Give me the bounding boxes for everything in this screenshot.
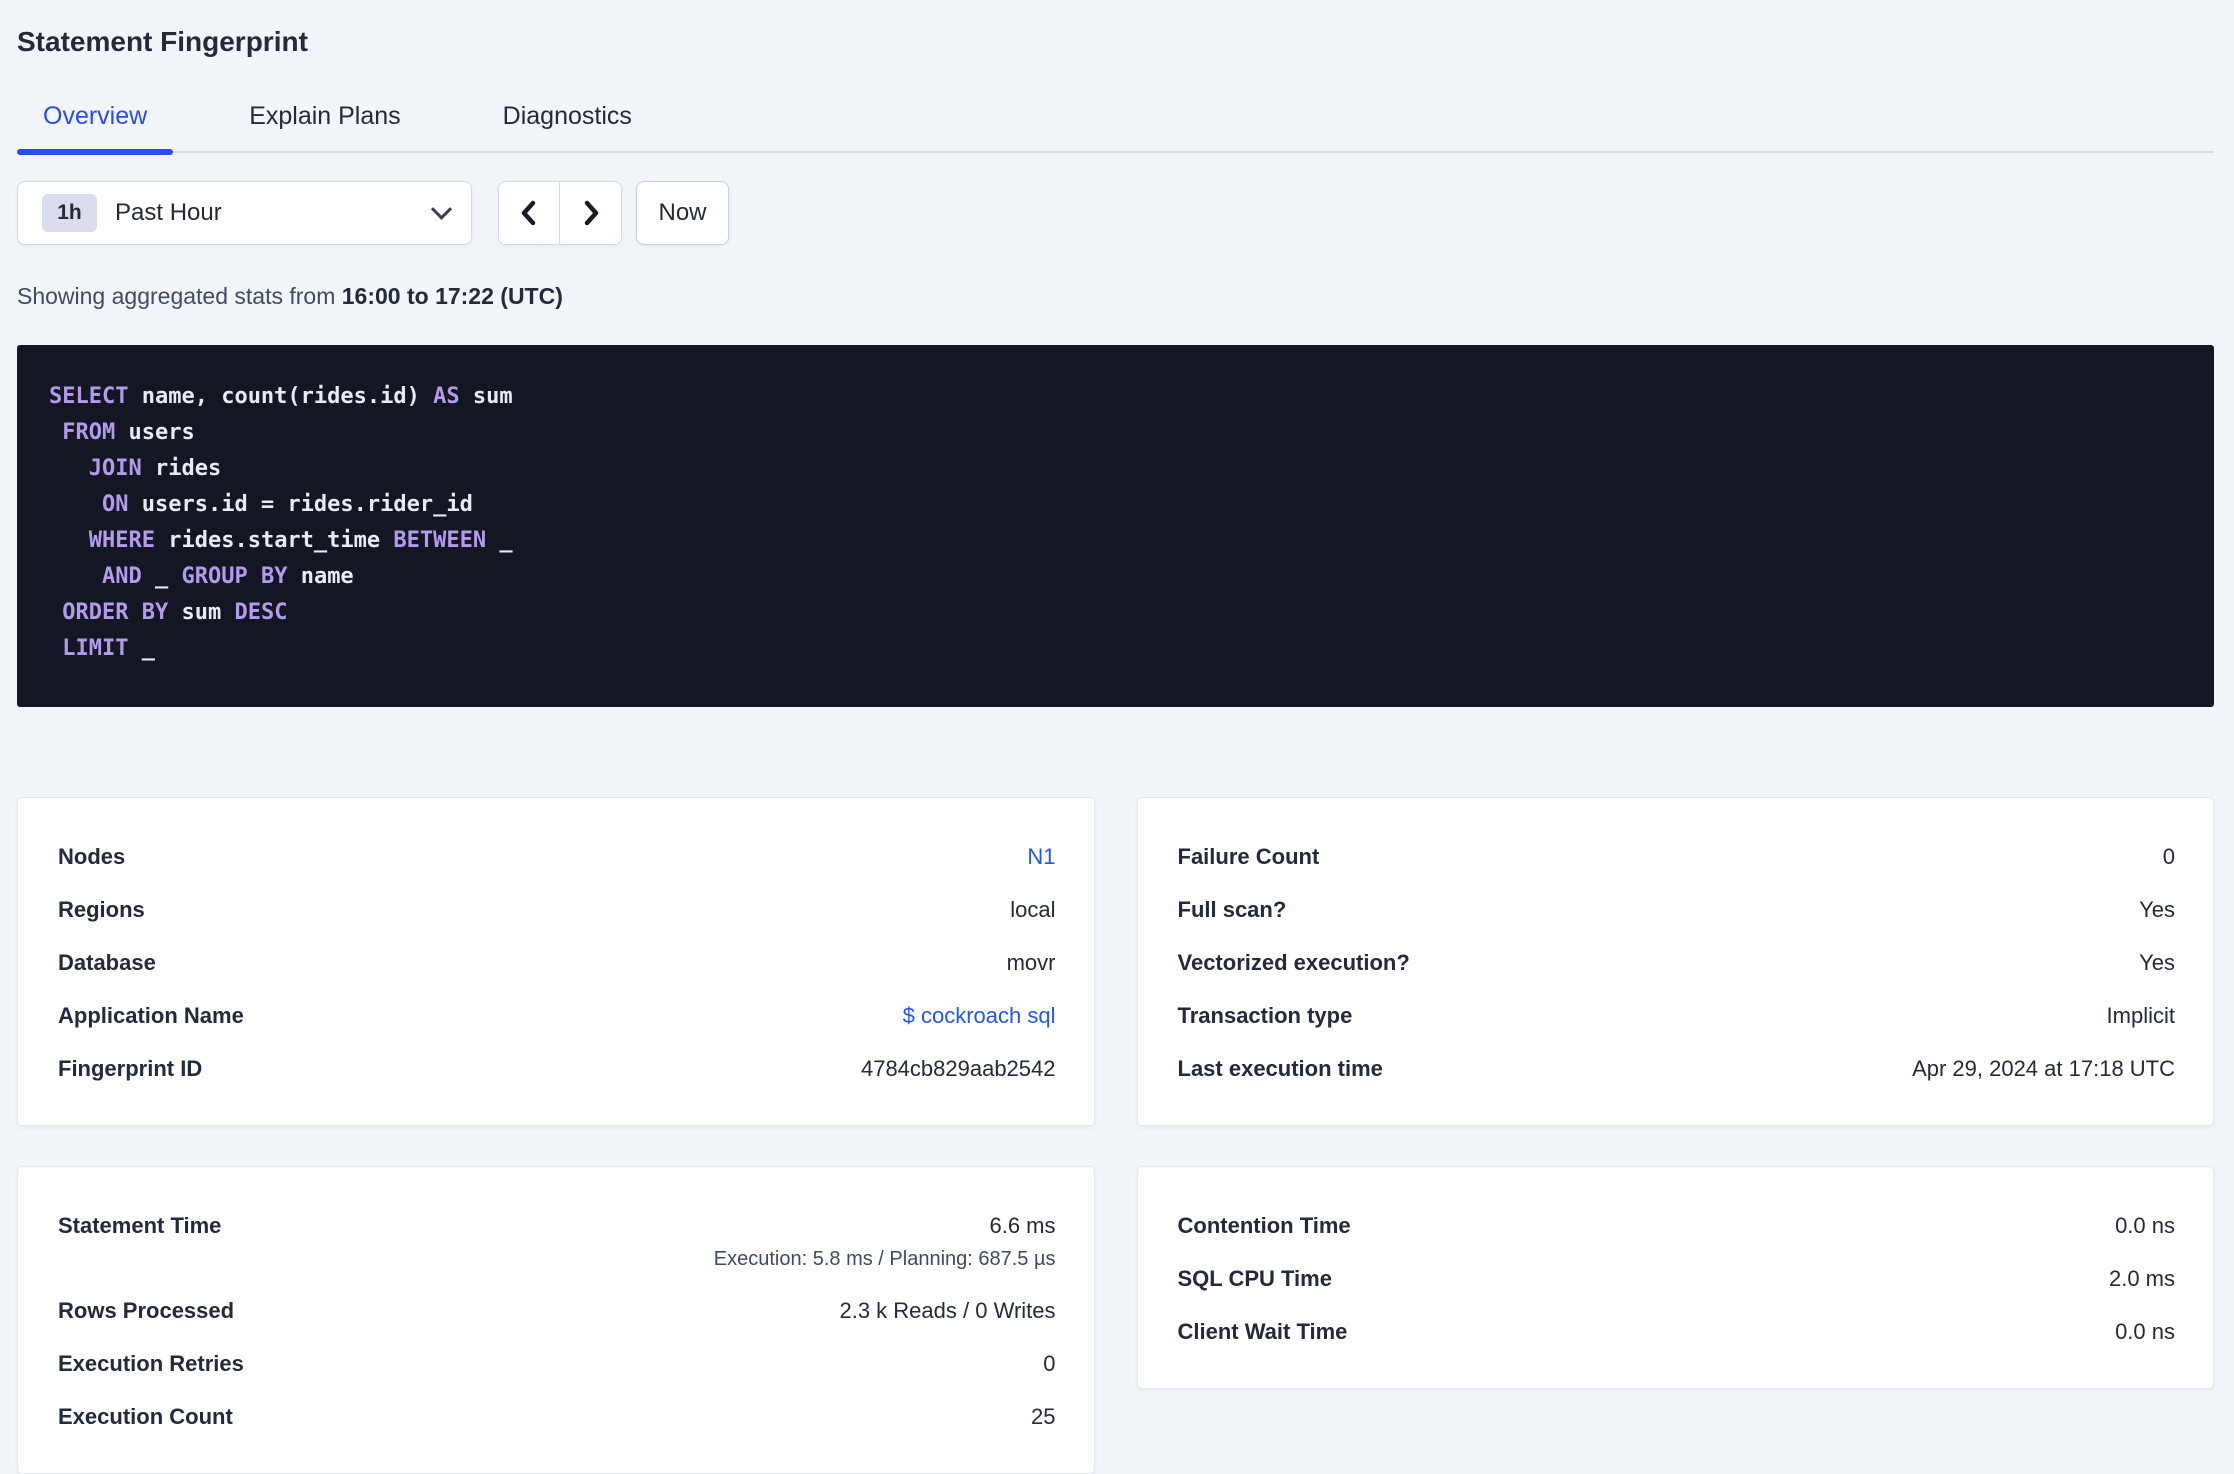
detail-row-database: Database movr	[58, 949, 1056, 977]
row-value: 2.0 ms	[2108, 1266, 2175, 1291]
summary-cards-row-1: Nodes N1 Regions local Database movr App…	[17, 797, 2214, 1126]
detail-row-fingerprint-id: Fingerprint ID 4784cb829aab2542	[58, 1055, 1056, 1083]
page-title: Statement Fingerprint	[17, 26, 308, 57]
time-picker-row: 1h Past Hour Now	[17, 181, 2214, 245]
statement-details-card: Nodes N1 Regions local Database movr App…	[17, 797, 1095, 1126]
row-label: Contention Time	[1177, 1213, 1351, 1238]
chevron-down-icon	[430, 198, 453, 220]
detail-row-execution-count: Execution Count 25	[58, 1403, 1056, 1431]
detail-row-client-wait-time: Client Wait Time 0.0 ns	[1178, 1318, 2176, 1346]
detail-row-execution-retries: Execution Retries 0	[58, 1350, 1056, 1378]
time-interval-badge: 1h	[42, 194, 97, 232]
chevron-right-icon	[584, 200, 598, 226]
row-value: 0.0 ns	[2115, 1319, 2175, 1344]
next-interval-button[interactable]	[560, 182, 621, 244]
row-value: Yes	[2139, 897, 2175, 922]
row-subvalue: Execution: 5.8 ms / Planning: 687.5 µs	[713, 1248, 1056, 1270]
summary-cards-row-2: Statement Time 6.6 ms Execution: 5.8 ms …	[17, 1166, 2214, 1474]
row-label: Failure Count	[1177, 844, 1320, 869]
stats-line-prefix: Showing aggregated stats from	[17, 283, 342, 309]
row-value: 0	[2162, 844, 2175, 869]
statement-fingerprint-page: Statement Fingerprint Overview Explain P…	[0, 0, 2234, 1474]
statement-timing-card: Statement Time 6.6 ms Execution: 5.8 ms …	[17, 1166, 1095, 1474]
row-value: 2.3 k Reads / 0 Writes	[839, 1298, 1056, 1323]
row-value: movr	[1006, 950, 1056, 975]
row-label: Execution Retries	[58, 1351, 244, 1376]
row-label: Vectorized execution?	[1177, 950, 1410, 975]
detail-row-regions: Regions local	[58, 896, 1056, 924]
time-interval-dropdown[interactable]: 1h Past Hour	[17, 181, 472, 245]
execution-attributes-card: Failure Count 0 Full scan? Yes Vectorize…	[1136, 797, 2214, 1126]
tab-bar: Overview Explain Plans Diagnostics	[17, 102, 2214, 155]
sql-statement: SELECT name, count(rides.id) AS sum FROM…	[17, 345, 2214, 707]
detail-row-transaction-type: Transaction type Implicit	[1178, 1002, 2176, 1030]
detail-row-failure-count: Failure Count 0	[1178, 843, 2176, 871]
detail-row-last-execution-time: Last execution time Apr 29, 2024 at 17:1…	[1178, 1055, 2176, 1083]
wait-times-card: Contention Time 0.0 ns SQL CPU Time 2.0 …	[1136, 1166, 2214, 1389]
detail-row-statement-time: Statement Time 6.6 ms Execution: 5.8 ms …	[58, 1212, 1056, 1272]
detail-row-application-name: Application Name $ cockroach sql	[58, 1002, 1056, 1030]
row-value: 6.6 ms	[989, 1213, 1056, 1238]
row-label: Database	[58, 950, 156, 975]
tab-diagnostics[interactable]: Diagnostics	[477, 102, 658, 151]
row-label: Client Wait Time	[1177, 1319, 1348, 1344]
nodes-link[interactable]: N1	[1027, 844, 1055, 869]
detail-row-full-scan: Full scan? Yes	[1178, 896, 2176, 924]
row-label: Fingerprint ID	[58, 1056, 203, 1081]
row-label: Transaction type	[1177, 1003, 1353, 1028]
row-value: Apr 29, 2024 at 17:18 UTC	[1912, 1056, 2175, 1081]
tab-explain-plans[interactable]: Explain Plans	[223, 102, 426, 151]
row-value: local	[1010, 897, 1056, 922]
row-value: 4784cb829aab2542	[860, 1056, 1056, 1081]
time-range-arrows	[498, 181, 622, 245]
row-label: Regions	[58, 897, 145, 922]
row-label: Rows Processed	[58, 1298, 235, 1323]
tab-overview[interactable]: Overview	[17, 102, 174, 155]
detail-row-vectorized: Vectorized execution? Yes	[1178, 949, 2176, 977]
now-button[interactable]: Now	[636, 181, 729, 245]
detail-row-contention-time: Contention Time 0.0 ns	[1178, 1212, 2176, 1240]
detail-row-sql-cpu-time: SQL CPU Time 2.0 ms	[1178, 1265, 2176, 1293]
detail-row-rows-processed: Rows Processed 2.3 k Reads / 0 Writes	[58, 1297, 1056, 1325]
row-value: 0.0 ns	[2115, 1213, 2175, 1238]
time-interval-label: Past Hour	[115, 199, 222, 226]
row-value: 25	[1031, 1404, 1056, 1429]
row-label: Statement Time	[58, 1213, 222, 1238]
row-label: Execution Count	[58, 1404, 233, 1429]
previous-interval-button[interactable]	[499, 182, 560, 244]
row-value: 0	[1043, 1351, 1056, 1376]
row-label: Nodes	[58, 844, 126, 869]
row-label: SQL CPU Time	[1177, 1266, 1332, 1291]
chevron-left-icon	[521, 200, 536, 226]
row-value: Yes	[2139, 950, 2175, 975]
detail-row-nodes: Nodes N1	[58, 843, 1056, 871]
application-name-link[interactable]: $ cockroach sql	[903, 1003, 1056, 1028]
row-label: Application Name	[58, 1003, 244, 1028]
stats-line-range: 16:00 to 17:22 (UTC)	[341, 283, 563, 309]
row-label: Last execution time	[1177, 1056, 1383, 1081]
row-value: Implicit	[2106, 1003, 2175, 1028]
row-label: Full scan?	[1177, 897, 1287, 922]
aggregated-stats-line: Showing aggregated stats from 16:00 to 1…	[17, 283, 2214, 310]
